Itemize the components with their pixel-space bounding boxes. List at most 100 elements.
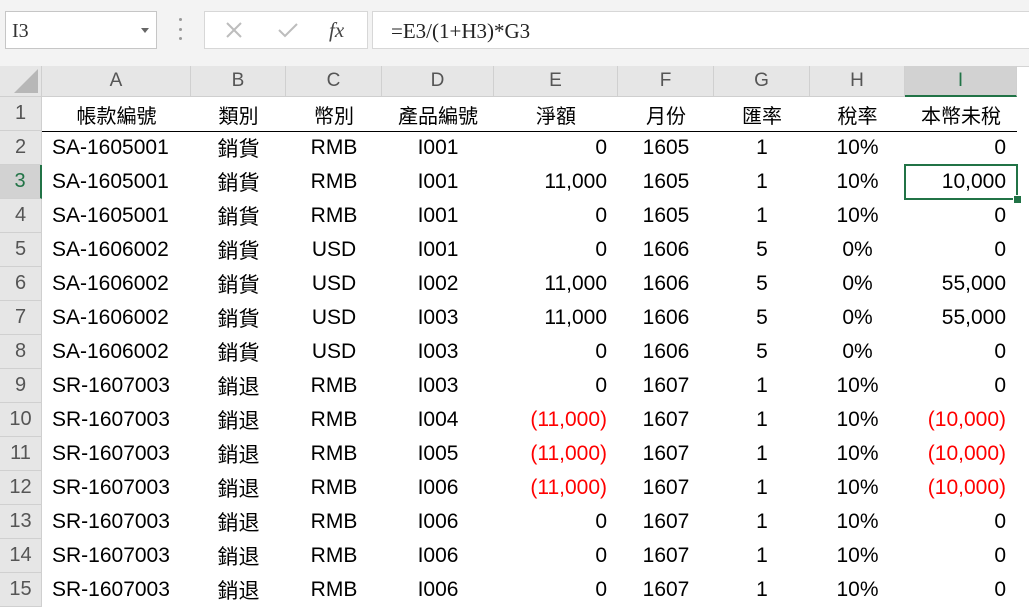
cell-i13[interactable]: 0: [905, 505, 1017, 539]
cell-e5[interactable]: 0: [494, 233, 618, 267]
cell-i6[interactable]: 55,000: [905, 267, 1017, 301]
cell-d12[interactable]: I006: [382, 471, 494, 505]
cell-c11[interactable]: RMB: [286, 437, 382, 471]
cell-a10[interactable]: SR-1607003: [42, 403, 191, 437]
cell-e15[interactable]: 0: [494, 573, 618, 607]
chevron-down-icon[interactable]: [141, 28, 149, 33]
cell-h14[interactable]: 10%: [810, 539, 905, 573]
row-header-11[interactable]: 11: [0, 437, 42, 471]
cell-e14[interactable]: 0: [494, 539, 618, 573]
column-header-e[interactable]: E: [494, 66, 618, 97]
cell-i5[interactable]: 0: [905, 233, 1017, 267]
cell-g14[interactable]: 1: [714, 539, 810, 573]
cell-d3[interactable]: I001: [382, 165, 494, 199]
column-header-d[interactable]: D: [382, 66, 494, 97]
column-header-i[interactable]: I: [905, 66, 1017, 97]
cell-b15[interactable]: 銷退: [191, 573, 286, 607]
cell-f6[interactable]: 1606: [618, 267, 714, 301]
cell-a12[interactable]: SR-1607003: [42, 471, 191, 505]
cell-a1[interactable]: 帳款編號: [42, 97, 191, 131]
cancel-button[interactable]: [219, 12, 249, 48]
row-header-1[interactable]: 1: [0, 97, 42, 131]
cell-a8[interactable]: SA-1606002: [42, 335, 191, 369]
cell-d4[interactable]: I001: [382, 199, 494, 233]
cell-c15[interactable]: RMB: [286, 573, 382, 607]
cell-c5[interactable]: USD: [286, 233, 382, 267]
cell-h15[interactable]: 10%: [810, 573, 905, 607]
cell-e10[interactable]: (11,000): [494, 403, 618, 437]
cell-d9[interactable]: I003: [382, 369, 494, 403]
cell-e9[interactable]: 0: [494, 369, 618, 403]
cell-i9[interactable]: 0: [905, 369, 1017, 403]
cell-h11[interactable]: 10%: [810, 437, 905, 471]
cell-c3[interactable]: RMB: [286, 165, 382, 199]
cell-a2[interactable]: SA-1605001: [42, 131, 191, 165]
cell-h12[interactable]: 10%: [810, 471, 905, 505]
cell-i8[interactable]: 0: [905, 335, 1017, 369]
row-header-4[interactable]: 4: [0, 199, 42, 233]
cell-b3[interactable]: 銷貨: [191, 165, 286, 199]
cell-a3[interactable]: SA-1605001: [42, 165, 191, 199]
cell-f4[interactable]: 1605: [618, 199, 714, 233]
row-header-7[interactable]: 7: [0, 301, 42, 335]
cell-d5[interactable]: I001: [382, 233, 494, 267]
cell-b9[interactable]: 銷退: [191, 369, 286, 403]
cell-h9[interactable]: 10%: [810, 369, 905, 403]
select-all-button[interactable]: [0, 66, 42, 97]
cell-d11[interactable]: I005: [382, 437, 494, 471]
column-header-b[interactable]: B: [191, 66, 286, 97]
cell-f5[interactable]: 1606: [618, 233, 714, 267]
cell-h7[interactable]: 0%: [810, 301, 905, 335]
cell-i4[interactable]: 0: [905, 199, 1017, 233]
cell-e4[interactable]: 0: [494, 199, 618, 233]
cell-d1[interactable]: 產品編號: [382, 97, 494, 131]
cell-f3[interactable]: 1605: [618, 165, 714, 199]
cell-g1[interactable]: 匯率: [714, 97, 810, 131]
cell-g15[interactable]: 1: [714, 573, 810, 607]
cell-i12[interactable]: (10,000): [905, 471, 1017, 505]
row-header-2[interactable]: 2: [0, 131, 42, 165]
cell-f1[interactable]: 月份: [618, 97, 714, 131]
cell-b12[interactable]: 銷退: [191, 471, 286, 505]
cell-b14[interactable]: 銷退: [191, 539, 286, 573]
enter-button[interactable]: [273, 12, 303, 48]
fill-handle[interactable]: [1013, 195, 1022, 204]
cell-i3[interactable]: 10,000: [905, 165, 1017, 199]
cell-a9[interactable]: SR-1607003: [42, 369, 191, 403]
cell-f10[interactable]: 1607: [618, 403, 714, 437]
cell-e6[interactable]: 11,000: [494, 267, 618, 301]
cell-h1[interactable]: 稅率: [810, 97, 905, 131]
cell-h2[interactable]: 10%: [810, 131, 905, 165]
cell-h13[interactable]: 10%: [810, 505, 905, 539]
cell-c13[interactable]: RMB: [286, 505, 382, 539]
row-header-9[interactable]: 9: [0, 369, 42, 403]
cell-g4[interactable]: 1: [714, 199, 810, 233]
cell-i11[interactable]: (10,000): [905, 437, 1017, 471]
cell-h3[interactable]: 10%: [810, 165, 905, 199]
cell-c9[interactable]: RMB: [286, 369, 382, 403]
cell-a6[interactable]: SA-1606002: [42, 267, 191, 301]
cell-f8[interactable]: 1606: [618, 335, 714, 369]
cell-g3[interactable]: 1: [714, 165, 810, 199]
cell-c4[interactable]: RMB: [286, 199, 382, 233]
cell-d13[interactable]: I006: [382, 505, 494, 539]
cell-g12[interactable]: 1: [714, 471, 810, 505]
cell-f11[interactable]: 1607: [618, 437, 714, 471]
cell-c1[interactable]: 幣別: [286, 97, 382, 131]
cell-c6[interactable]: USD: [286, 267, 382, 301]
row-header-14[interactable]: 14: [0, 539, 42, 573]
cell-i14[interactable]: 0: [905, 539, 1017, 573]
row-header-13[interactable]: 13: [0, 505, 42, 539]
cell-e8[interactable]: 0: [494, 335, 618, 369]
row-header-5[interactable]: 5: [0, 233, 42, 267]
cell-g6[interactable]: 5: [714, 267, 810, 301]
row-header-15[interactable]: 15: [0, 573, 42, 607]
cell-d2[interactable]: I001: [382, 131, 494, 165]
cell-a7[interactable]: SA-1606002: [42, 301, 191, 335]
cell-e2[interactable]: 0: [494, 131, 618, 165]
cell-g13[interactable]: 1: [714, 505, 810, 539]
cell-f13[interactable]: 1607: [618, 505, 714, 539]
row-header-8[interactable]: 8: [0, 335, 42, 369]
cell-b8[interactable]: 銷貨: [191, 335, 286, 369]
cell-d14[interactable]: I006: [382, 539, 494, 573]
